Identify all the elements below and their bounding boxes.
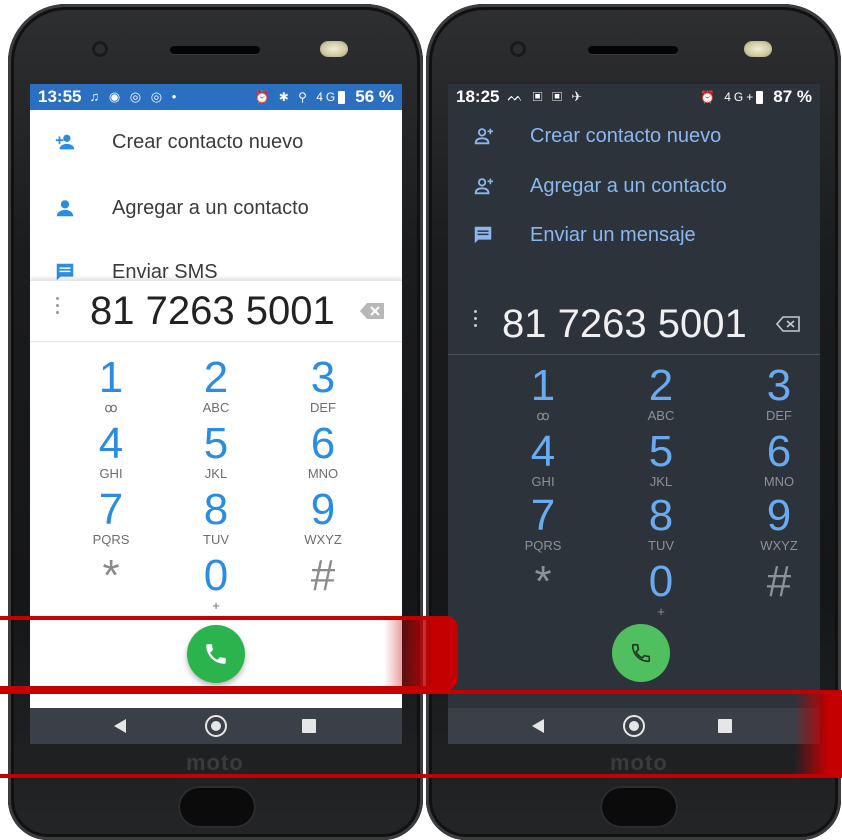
key-hash[interactable]: # <box>268 554 378 618</box>
system-icons: ⏰ 4G+ <box>699 90 757 104</box>
key-star[interactable]: * <box>56 554 166 618</box>
dialed-number[interactable]: 81 7263 5001 <box>90 289 335 334</box>
status-bar: 18:25 ᨓ ▣ ▣ ✈ ⏰ 4G+ 87 % <box>448 84 820 110</box>
add-contact-icon <box>474 128 494 145</box>
battery-level: 56 % <box>355 87 394 106</box>
key-8[interactable]: 8 TUV <box>161 488 271 552</box>
create-contact-label: Crear contacto nuevo <box>112 130 304 153</box>
create-contact-item[interactable]: Crear contacto nuevo <box>30 122 402 162</box>
add-contact-icon <box>474 178 494 195</box>
status-time: 18:25 <box>456 87 500 106</box>
status-bar: 13:55 ♫ ◉ ◎ ◎ • ⏰ ✱ ⚲ 4G 56 % <box>30 84 402 110</box>
key-6[interactable]: 6 MNO <box>268 422 378 486</box>
key-4[interactable]: 4 GHI <box>488 430 598 494</box>
key-1[interactable]: 1ꝏ <box>56 356 166 420</box>
message-icon <box>474 226 492 244</box>
voicemail-icon: ꝏ <box>536 408 550 423</box>
highlight-nav-row <box>0 690 842 778</box>
add-to-contact-item[interactable]: Agregar a un contacto <box>30 188 402 228</box>
send-message-item[interactable]: Enviar un mensaje <box>448 215 820 255</box>
voicemail-icon: ꝏ <box>104 400 118 415</box>
fingerprint-home-button[interactable] <box>600 786 678 828</box>
notification-icons: ♫ ◉ ◎ ◎ • <box>89 89 180 104</box>
key-5[interactable]: 5 JKL <box>161 422 271 486</box>
person-icon <box>56 200 74 217</box>
number-display: 81 7263 5001 <box>30 280 402 342</box>
phone-icon <box>631 643 651 663</box>
add-to-contact-label: Agregar a un contacto <box>112 196 309 219</box>
earpiece-speaker <box>588 46 678 54</box>
key-0[interactable]: 0 + <box>161 554 271 618</box>
key-0[interactable]: 0 + <box>606 560 716 624</box>
status-time: 13:55 <box>38 87 82 106</box>
front-flash <box>744 41 772 57</box>
backspace-icon[interactable] <box>776 316 800 332</box>
add-to-contact-label: Agregar a un contacto <box>530 174 727 197</box>
key-hash[interactable]: # <box>724 560 820 624</box>
key-7[interactable]: 7 PQRS <box>56 488 166 552</box>
battery-icon <box>338 90 346 104</box>
key-8[interactable]: 8 TUV <box>606 494 716 558</box>
key-2[interactable]: 2 ABC <box>606 364 716 428</box>
battery-level: 87 % <box>773 87 812 106</box>
notification-icons: ᨓ ▣ ▣ ✈ <box>507 89 585 104</box>
backspace-icon[interactable] <box>360 303 384 319</box>
send-message-label: Enviar un mensaje <box>530 223 696 246</box>
key-6[interactable]: 6 MNO <box>724 430 820 494</box>
front-camera <box>510 41 526 57</box>
key-2[interactable]: 2 ABC <box>161 356 271 420</box>
overflow-menu-icon[interactable] <box>56 297 60 318</box>
call-button[interactable] <box>612 624 670 682</box>
number-display: 81 7263 5001 <box>448 294 820 355</box>
add-contact-icon <box>55 134 75 150</box>
highlight-fade <box>384 620 454 686</box>
right-screen: 18:25 ᨓ ▣ ▣ ✈ ⏰ 4G+ 87 % Crear contacto … <box>448 84 820 744</box>
battery-icon <box>756 90 764 104</box>
key-1[interactable]: 1ꝏ <box>488 364 598 428</box>
key-5[interactable]: 5 JKL <box>606 430 716 494</box>
add-to-contact-item[interactable]: Agregar a un contacto <box>448 166 820 206</box>
key-9[interactable]: 9 WXYZ <box>724 494 820 558</box>
key-9[interactable]: 9 WXYZ <box>268 488 378 552</box>
highlight-fade-right <box>794 694 842 774</box>
front-camera <box>92 41 108 57</box>
key-3[interactable]: 3 DEF <box>268 356 378 420</box>
key-4[interactable]: 4 GHI <box>56 422 166 486</box>
system-icons: ⏰ ✱ ⚲ 4G <box>254 90 339 104</box>
create-contact-label: Crear contacto nuevo <box>530 124 722 147</box>
earpiece-speaker <box>170 46 260 54</box>
fingerprint-home-button[interactable] <box>178 786 256 828</box>
front-flash <box>320 41 348 57</box>
dialed-number[interactable]: 81 7263 5001 <box>502 302 747 347</box>
key-7[interactable]: 7 PQRS <box>488 494 598 558</box>
overflow-menu-icon[interactable] <box>474 310 478 331</box>
key-star[interactable]: * <box>488 560 598 624</box>
key-3[interactable]: 3 DEF <box>724 364 820 428</box>
create-contact-item[interactable]: Crear contacto nuevo <box>448 116 820 156</box>
